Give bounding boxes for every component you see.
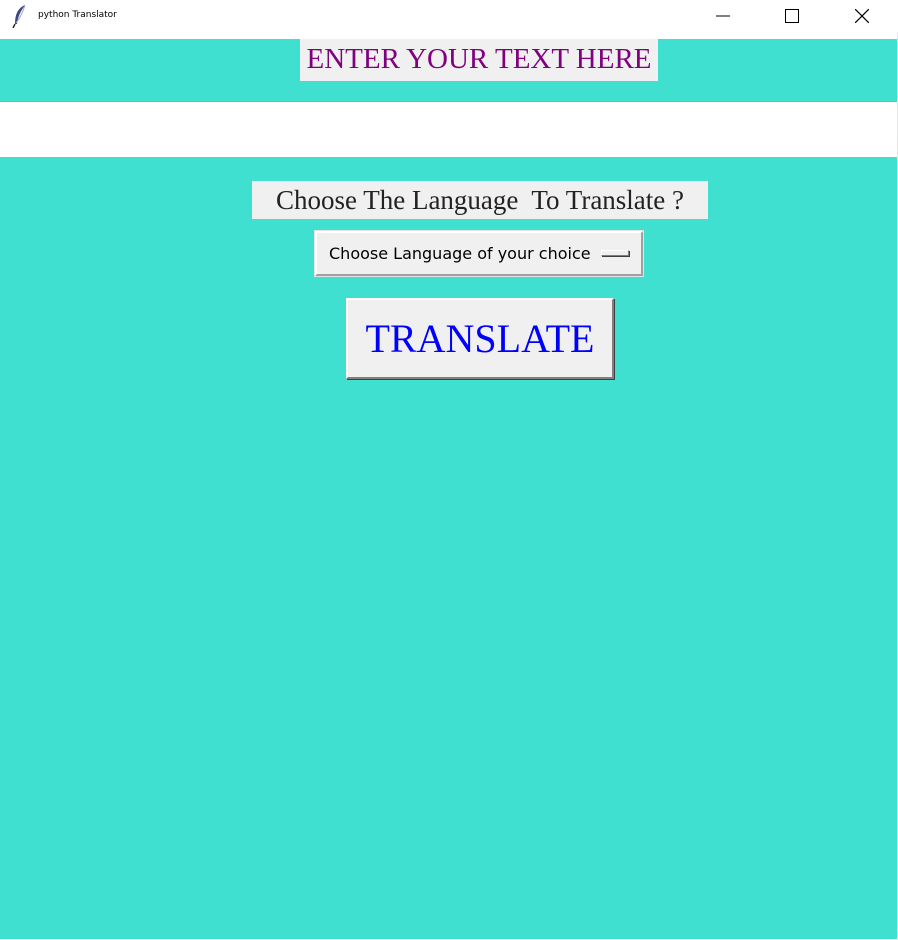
maximize-button[interactable] <box>769 0 815 32</box>
choose-language-label: Choose The Language To Translate ? <box>252 181 708 219</box>
translate-button[interactable]: TRANSLATE <box>346 298 614 379</box>
language-dropdown-value: Choose Language of your choice <box>329 244 591 263</box>
dropdown-indicator-icon <box>601 250 629 256</box>
minimize-icon <box>716 15 730 17</box>
title-bar[interactable]: python Translator <box>0 0 898 32</box>
feather-icon <box>12 4 28 29</box>
minimize-button[interactable] <box>700 0 746 32</box>
close-button[interactable] <box>839 0 885 32</box>
source-text-input[interactable] <box>0 101 897 157</box>
maximize-icon <box>785 9 799 23</box>
app-window: ENTER YOUR TEXT HERE Choose The Language… <box>0 39 897 939</box>
window-title: python Translator <box>38 10 117 20</box>
language-dropdown[interactable]: Choose Language of your choice <box>314 230 644 277</box>
close-icon <box>855 9 869 23</box>
enter-text-heading: ENTER YOUR TEXT HERE <box>300 39 658 81</box>
